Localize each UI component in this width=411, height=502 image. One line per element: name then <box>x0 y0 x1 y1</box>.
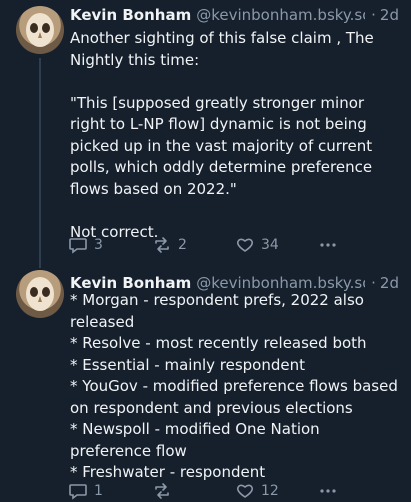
reply-button[interactable]: 3 <box>68 235 103 255</box>
reply-icon <box>68 481 88 501</box>
repost-icon <box>152 481 172 501</box>
avatar[interactable] <box>16 270 64 318</box>
thread-line <box>39 58 41 268</box>
repost-icon <box>152 235 172 255</box>
separator-dot: · <box>371 6 376 24</box>
post-1[interactable]: Kevin Bonham @kevinbonham.bsky.so... · 2… <box>0 0 411 268</box>
post-text: * Morgan - respondent prefs, 2022 also r… <box>70 291 398 481</box>
repost-button[interactable]: 2 <box>152 235 187 255</box>
repost-button[interactable] <box>152 481 178 501</box>
post-time[interactable]: 2d <box>380 6 399 24</box>
author-handle[interactable]: @kevinbonham.bsky.so... <box>196 6 365 24</box>
post-2[interactable]: Kevin Bonham @kevinbonham.bsky.so... · 2… <box>0 266 411 500</box>
like-count: 12 <box>261 483 279 499</box>
reply-count: 1 <box>94 483 103 499</box>
more-options-icon <box>318 235 338 255</box>
avatar[interactable] <box>16 6 64 54</box>
heart-icon <box>235 481 255 501</box>
more-options-icon <box>318 481 338 501</box>
more-options-button[interactable] <box>318 481 338 501</box>
repost-count: 2 <box>178 237 187 253</box>
reply-count: 3 <box>94 237 103 253</box>
author-name[interactable]: Kevin Bonham <box>70 6 191 24</box>
post-header: Kevin Bonham @kevinbonham.bsky.so... · 2… <box>70 4 399 26</box>
like-button[interactable]: 34 <box>235 235 279 255</box>
heart-icon <box>235 235 255 255</box>
like-button[interactable]: 12 <box>235 481 279 501</box>
reply-icon <box>68 235 88 255</box>
post-text: Another sighting of this false claim , T… <box>70 29 374 241</box>
reply-button[interactable]: 1 <box>68 481 103 501</box>
more-options-button[interactable] <box>318 235 338 255</box>
like-count: 34 <box>261 237 279 253</box>
